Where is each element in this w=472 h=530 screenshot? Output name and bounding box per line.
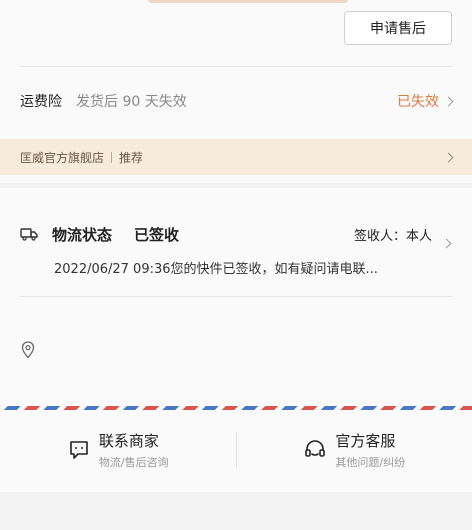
logistics-receiver: 签收人：本人 <box>353 228 432 244</box>
headset-icon <box>305 440 326 457</box>
insurance-description: 发货后 90 天失效 <box>76 94 187 110</box>
insurance-status-label: 已失效 <box>397 94 439 110</box>
logistics-card: 物流状态 已签收 签收人：本人 2022/06/27 09:36您的快件已签收，… <box>0 188 472 492</box>
customer-service-sub: 其他问题/纠纷 <box>335 456 406 469</box>
insurance-status: 已失效 <box>397 91 454 111</box>
contact-merchant-text: 联系商家 物流/售后咨询 <box>99 430 169 470</box>
chevron-right-icon <box>443 152 454 162</box>
contact-merchant-button[interactable]: 联系商家 物流/售后咨询 <box>0 430 236 470</box>
truck-icon <box>20 228 38 241</box>
customer-service-button[interactable]: 官方客服 其他问题/纠纷 <box>237 430 472 470</box>
logistics-detail[interactable]: 2022/06/27 09:36您的快件已签收，如有疑问请电联... <box>54 258 378 277</box>
contact-actions: 联系商家 物流/售后咨询 官方客服 其他问题/纠纷 <box>0 422 472 478</box>
divider <box>20 296 452 297</box>
airmail-border <box>0 406 472 410</box>
logistics-state: 已签收 <box>134 225 180 244</box>
order-summary-card: 申请售后 运费险 发货后 90 天失效 已失效 匡威官方旗舰店 推荐 <box>0 0 472 183</box>
contact-merchant-label: 联系商家 <box>98 432 159 450</box>
store-tag: 推荐 <box>119 150 144 165</box>
shipping-insurance-row[interactable]: 运费险 发货后 90 天失效 已失效 <box>20 88 454 114</box>
location-pin-icon <box>21 341 35 359</box>
store-bar[interactable]: 匡威官方旗舰店 推荐 <box>0 139 472 175</box>
apply-aftersale-button[interactable]: 申请售后 <box>344 11 452 45</box>
customer-service-text: 官方客服 其他问题/纠纷 <box>335 430 405 470</box>
store-separator <box>111 151 113 163</box>
top-strip <box>148 0 348 3</box>
insurance-title: 运费险 <box>20 94 62 110</box>
customer-service-label: 官方客服 <box>335 432 396 450</box>
logistics-title: 物流状态 <box>52 225 113 244</box>
divider <box>20 66 452 67</box>
chevron-right-icon <box>443 96 454 106</box>
chat-merchant-icon <box>70 441 88 459</box>
logistics-header[interactable]: 物流状态 已签收 签收人：本人 <box>20 222 452 246</box>
store-name: 匡威官方旗舰店 <box>20 150 105 165</box>
contact-merchant-sub: 物流/售后咨询 <box>98 456 169 469</box>
